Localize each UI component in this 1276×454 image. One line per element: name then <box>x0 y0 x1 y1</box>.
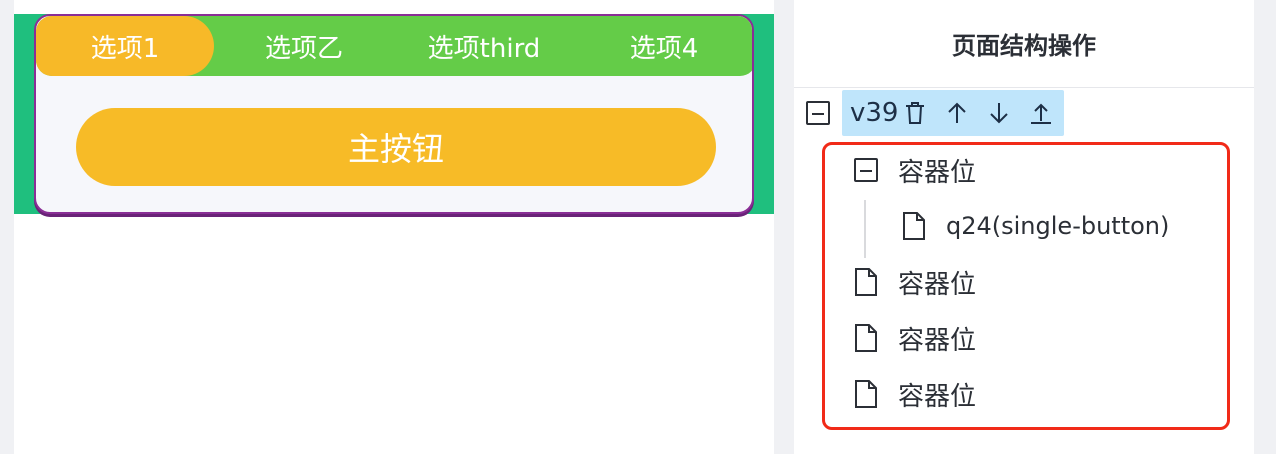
arrow-up-icon[interactable] <box>942 98 972 128</box>
component-card[interactable]: 选项1 选项乙 选项third 选项4 主按钮 <box>34 14 754 214</box>
tree-root-label: v39 <box>850 98 899 128</box>
tree-root-node[interactable]: v39 <box>842 90 1065 136</box>
tab-bar: 选项1 选项乙 选项third 选项4 <box>36 16 752 76</box>
panel-title: 页面结构操作 <box>952 32 1096 60</box>
arrow-down-icon[interactable] <box>984 98 1014 128</box>
panel-header: 页面结构操作 <box>794 0 1254 88</box>
move-top-icon[interactable] <box>1026 98 1056 128</box>
tab-option-1[interactable]: 选项1 <box>36 16 214 76</box>
tree-root-row: v39 <box>806 90 1065 136</box>
panel-edge <box>1254 0 1276 454</box>
tab-option-4[interactable]: 选项4 <box>574 16 752 76</box>
primary-button[interactable]: 主按钮 <box>76 108 716 186</box>
tab-option-2[interactable]: 选项乙 <box>214 16 394 76</box>
preview-canvas: 选项1 选项乙 选项third 选项4 主按钮 <box>14 0 774 454</box>
trash-icon[interactable] <box>900 98 930 128</box>
selection-highlight-box <box>822 142 1230 430</box>
tab-option-3[interactable]: 选项third <box>394 16 574 76</box>
collapse-icon[interactable] <box>806 101 830 125</box>
